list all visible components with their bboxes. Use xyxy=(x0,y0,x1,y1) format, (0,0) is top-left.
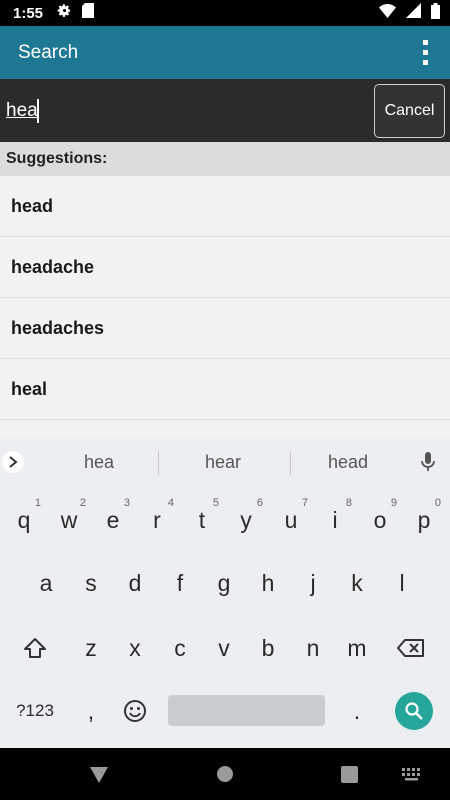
suggestion-divider xyxy=(158,451,159,475)
comma-key[interactable]: , xyxy=(71,686,111,736)
key-hint: 0 xyxy=(434,497,441,509)
key-c[interactable]: c xyxy=(160,623,200,673)
signal-icon xyxy=(406,3,421,23)
wifi-icon xyxy=(379,3,396,23)
cancel-button[interactable]: Cancel xyxy=(374,84,445,138)
key-hint: 4 xyxy=(167,497,174,509)
back-icon[interactable] xyxy=(89,766,109,784)
key-label: w xyxy=(60,506,78,533)
mic-icon[interactable] xyxy=(419,451,437,478)
key-f[interactable]: f xyxy=(160,558,200,608)
key-label: e xyxy=(106,506,120,533)
key-label: i xyxy=(332,506,338,533)
key-hint: 6 xyxy=(256,497,263,509)
search-input[interactable] xyxy=(6,97,356,125)
key-hint: 2 xyxy=(79,497,86,509)
suggestion-item[interactable]: headaches xyxy=(0,298,450,359)
key-hint: 8 xyxy=(345,497,352,509)
key-g[interactable]: g xyxy=(204,558,244,608)
key-d[interactable]: d xyxy=(115,558,155,608)
key-q[interactable]: q1 xyxy=(4,495,44,545)
keyboard-switch-icon[interactable] xyxy=(402,768,422,781)
key-r[interactable]: r4 xyxy=(137,495,177,545)
key-j[interactable]: j xyxy=(293,558,333,608)
keyboard: hea hear head q1 w2 e3 r4 t5 y6 u7 i8 o9… xyxy=(0,438,450,748)
key-e[interactable]: e3 xyxy=(93,495,133,545)
keyboard-suggestion-bar: hea hear head xyxy=(0,438,450,488)
keyboard-suggestion[interactable]: head xyxy=(288,452,408,473)
key-label: t xyxy=(198,506,206,533)
space-key[interactable] xyxy=(168,695,325,726)
key-label: q xyxy=(17,506,31,533)
key-h[interactable]: h xyxy=(248,558,288,608)
key-k[interactable]: k xyxy=(337,558,377,608)
app-bar: Search xyxy=(0,26,450,79)
key-hint: 7 xyxy=(301,497,308,509)
keyboard-suggestion[interactable]: hea xyxy=(39,452,159,473)
shift-key[interactable] xyxy=(15,623,55,673)
suggestion-item[interactable]: heal xyxy=(0,359,450,420)
suggestions-list: head headache headaches heal xyxy=(0,176,450,438)
key-label: r xyxy=(153,506,161,533)
period-key[interactable]: . xyxy=(337,686,377,736)
key-x[interactable]: x xyxy=(115,623,155,673)
sd-card-icon xyxy=(82,3,95,23)
recents-icon[interactable] xyxy=(341,766,358,783)
overflow-menu-icon[interactable] xyxy=(405,26,445,79)
key-b[interactable]: b xyxy=(248,623,288,673)
emoji-key[interactable] xyxy=(115,686,155,736)
expand-arrow-icon[interactable] xyxy=(2,451,24,473)
key-z[interactable]: z xyxy=(71,623,111,673)
key-hint: 9 xyxy=(390,497,397,509)
key-u[interactable]: u7 xyxy=(271,495,311,545)
battery-icon xyxy=(431,2,440,24)
key-t[interactable]: t5 xyxy=(182,495,222,545)
backspace-key[interactable] xyxy=(391,623,431,673)
key-hint: 5 xyxy=(212,497,219,509)
key-a[interactable]: a xyxy=(26,558,66,608)
symbols-key[interactable]: ?123 xyxy=(10,686,60,736)
key-n[interactable]: n xyxy=(293,623,333,673)
key-label: u xyxy=(284,506,298,533)
emoji-icon xyxy=(124,700,146,722)
keyboard-suggestion[interactable]: hear xyxy=(163,452,283,473)
settings-icon xyxy=(57,3,72,23)
key-l[interactable]: l xyxy=(382,558,422,608)
key-hint: 1 xyxy=(34,497,41,509)
status-bar: 1:55 xyxy=(0,0,450,26)
status-time: 1:55 xyxy=(13,4,44,22)
key-p[interactable]: p0 xyxy=(404,495,444,545)
backspace-icon xyxy=(397,639,424,657)
text-cursor xyxy=(37,99,39,123)
app-title: Search xyxy=(18,41,79,63)
key-v[interactable]: v xyxy=(204,623,244,673)
key-m[interactable]: m xyxy=(337,623,377,673)
shift-icon xyxy=(24,638,46,658)
key-label: o xyxy=(373,506,387,533)
key-s[interactable]: s xyxy=(71,558,111,608)
search-key[interactable] xyxy=(395,692,433,730)
home-icon[interactable] xyxy=(216,765,234,783)
suggestion-item[interactable]: headache xyxy=(0,237,450,298)
key-y[interactable]: y6 xyxy=(226,495,266,545)
key-label: y xyxy=(240,506,252,533)
key-w[interactable]: w2 xyxy=(49,495,89,545)
key-o[interactable]: o9 xyxy=(360,495,400,545)
navigation-bar xyxy=(0,748,450,800)
search-icon xyxy=(405,702,423,720)
key-hint: 3 xyxy=(123,497,130,509)
key-i[interactable]: i8 xyxy=(315,495,355,545)
suggestions-header: Suggestions: xyxy=(0,142,450,176)
suggestion-item[interactable]: head xyxy=(0,176,450,237)
key-label: p xyxy=(417,506,431,533)
